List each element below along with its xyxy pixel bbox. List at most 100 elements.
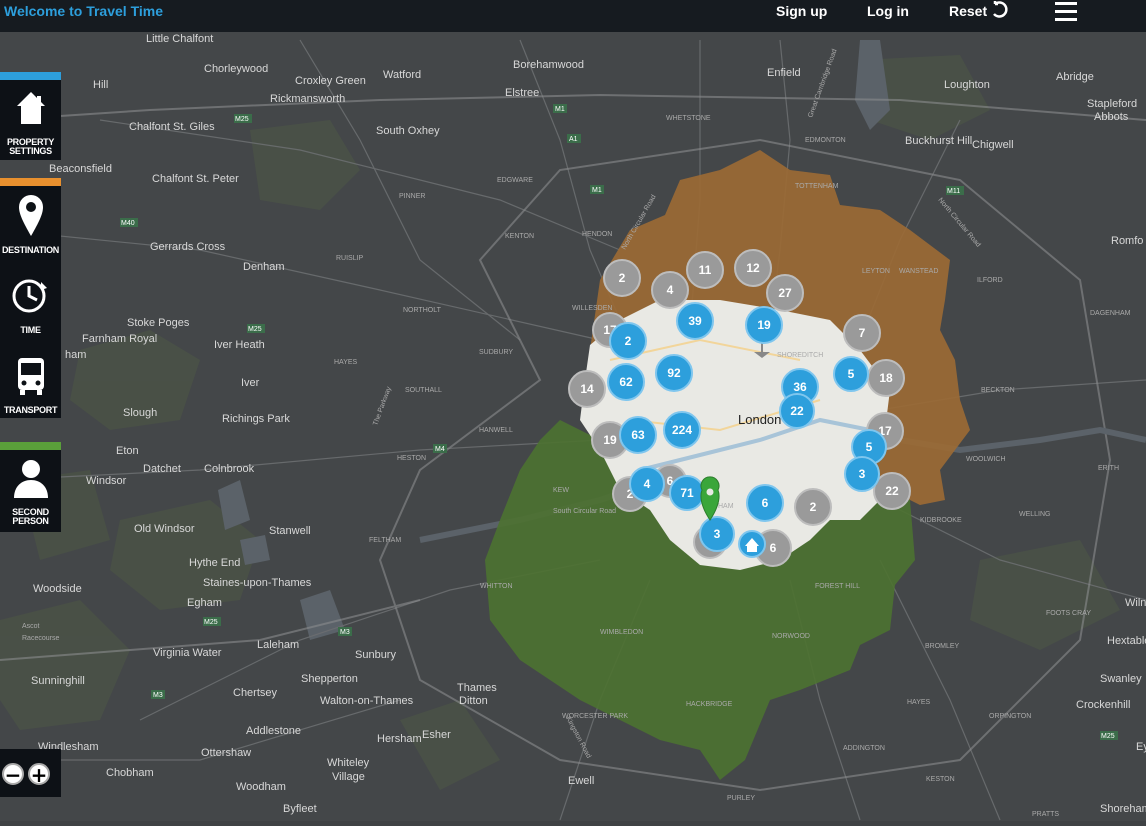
map-label: Ottershaw (201, 747, 251, 759)
map-label-small: BROMLEY (925, 643, 960, 650)
map-label: Chertsey (233, 687, 278, 699)
map-label: Chalfont St. Peter (152, 173, 239, 185)
cluster-count: 6 (770, 541, 777, 555)
map-label-small: HAM (718, 503, 734, 510)
map-label: Hersham (377, 733, 422, 745)
map-label: Romfo (1111, 235, 1143, 247)
map-label-small: HESTON (397, 455, 426, 462)
cluster-count: 71 (680, 486, 694, 500)
map-label-small: WANSTEAD (899, 268, 938, 275)
map-label: Whiteley (327, 757, 370, 769)
svg-text:M3: M3 (153, 692, 163, 699)
cluster-count: 63 (631, 428, 645, 442)
svg-text:M25: M25 (204, 619, 218, 626)
cluster-count: 39 (688, 314, 702, 328)
map-label-small: Ascot (22, 623, 40, 630)
map-label-small: WILLESDEN (572, 305, 612, 312)
map-label-small: KIDBROOKE (920, 517, 962, 524)
map-label: Loughton (944, 79, 990, 91)
map-label: Chigwell (972, 139, 1014, 151)
map-label-small: WOOLWICH (966, 456, 1006, 463)
map-label: Village (332, 771, 365, 783)
map-label-small: KENTON (505, 233, 534, 240)
map-label: Swanley (1100, 673, 1142, 685)
sign-up-link[interactable]: Sign up (776, 3, 827, 19)
svg-text:M1: M1 (592, 187, 602, 194)
cluster-count: 3 (859, 467, 866, 481)
map-label-small: ILFORD (977, 277, 1003, 284)
cluster-count: 22 (790, 404, 804, 418)
map-label-small: PINNER (399, 193, 425, 200)
zoom-in-button[interactable]: + (28, 763, 50, 785)
zoom-out-button[interactable]: − (2, 763, 24, 785)
cluster-count: 92 (667, 366, 681, 380)
sidebar-item-transport[interactable]: TRANSPORT (0, 338, 61, 418)
svg-text:M40: M40 (121, 220, 135, 227)
sidebar-label: PERSON (12, 516, 49, 526)
map-label: Woodham (236, 781, 286, 793)
sidebar-item-time[interactable]: TIME (0, 258, 61, 338)
cluster-count: 2 (810, 500, 817, 514)
map-label-small: DAGENHAM (1090, 310, 1131, 317)
map-label: South Oxhey (376, 125, 440, 137)
map-label: Denham (243, 261, 285, 273)
map-label: Buckhurst Hill (905, 135, 972, 147)
cluster-count: 5 (866, 440, 873, 454)
map-view[interactable]: Little Chalfont Chorleywood Croxley Gree… (0, 32, 1146, 821)
map-label-small: HANWELL (479, 427, 513, 434)
map-pin-icon (0, 194, 61, 236)
map-canvas[interactable]: Little Chalfont Chorleywood Croxley Gree… (0, 32, 1146, 821)
clock-icon (0, 276, 61, 316)
map-label-small: HENDON (582, 231, 612, 238)
map-label: Virginia Water (153, 647, 222, 659)
map-label: Croxley Green (295, 75, 366, 87)
map-label: Egham (187, 597, 222, 609)
map-label-small: FELTHAM (369, 537, 401, 544)
cluster-count: 18 (879, 371, 893, 385)
map-label-small: PURLEY (727, 795, 755, 802)
map-label-small: KEW (553, 487, 569, 494)
map-label: Walton-on-Thames (320, 695, 414, 707)
map-label-small: KESTON (926, 776, 955, 783)
map-label: Datchet (143, 463, 181, 475)
svg-text:M25: M25 (235, 116, 249, 123)
home-marker-icon[interactable] (738, 530, 766, 558)
map-label: Richings Park (222, 413, 290, 425)
hamburger-menu-icon[interactable] (1055, 2, 1077, 22)
map-label: Chobham (106, 767, 154, 779)
cluster-count: 19 (603, 433, 617, 447)
map-label: Chalfont St. Giles (129, 121, 215, 133)
map-label-small: HACKBRIDGE (686, 701, 733, 708)
map-label: Thames (457, 682, 497, 694)
map-label: Abbots (1094, 111, 1129, 123)
destination-stripe (0, 178, 61, 186)
sidebar-item-property-settings[interactable]: PROPERTY SETTINGS (0, 72, 61, 160)
map-label: Hill (93, 79, 108, 91)
map-label: Windsor (86, 475, 127, 487)
svg-text:M1: M1 (555, 106, 565, 113)
map-label: Gerrards Cross (150, 241, 226, 253)
map-label: Woodside (33, 583, 82, 595)
svg-text:M3: M3 (340, 629, 350, 636)
map-label: Enfield (767, 67, 801, 79)
cluster-count: 27 (778, 286, 792, 300)
map-label-small: RUISLIP (336, 255, 364, 262)
map-label: Borehamwood (513, 59, 584, 71)
map-label-small: NORTHOLT (403, 307, 442, 314)
map-label-small: EDGWARE (497, 177, 533, 184)
reset-button[interactable]: Reset (949, 3, 987, 19)
cluster-count: 6 (762, 496, 769, 510)
cluster-count: 4 (644, 477, 651, 491)
top-bar: Welcome to Travel Time Sign up Log in Re… (0, 0, 1146, 32)
map-label: ham (65, 349, 86, 361)
map-label: Iver Heath (214, 339, 265, 351)
sidebar-label: SETTINGS (9, 146, 52, 156)
log-in-link[interactable]: Log in (867, 3, 909, 19)
map-label: Watford (383, 69, 421, 81)
sidebar-item-destination[interactable]: DESTINATION (0, 178, 61, 258)
house-icon (0, 90, 61, 126)
sidebar-item-second-person[interactable]: SECOND PERSON (0, 442, 61, 532)
person-icon (0, 458, 61, 498)
map-label-small: SHOREDITCH (777, 352, 823, 359)
reset-icon[interactable] (990, 0, 1010, 25)
